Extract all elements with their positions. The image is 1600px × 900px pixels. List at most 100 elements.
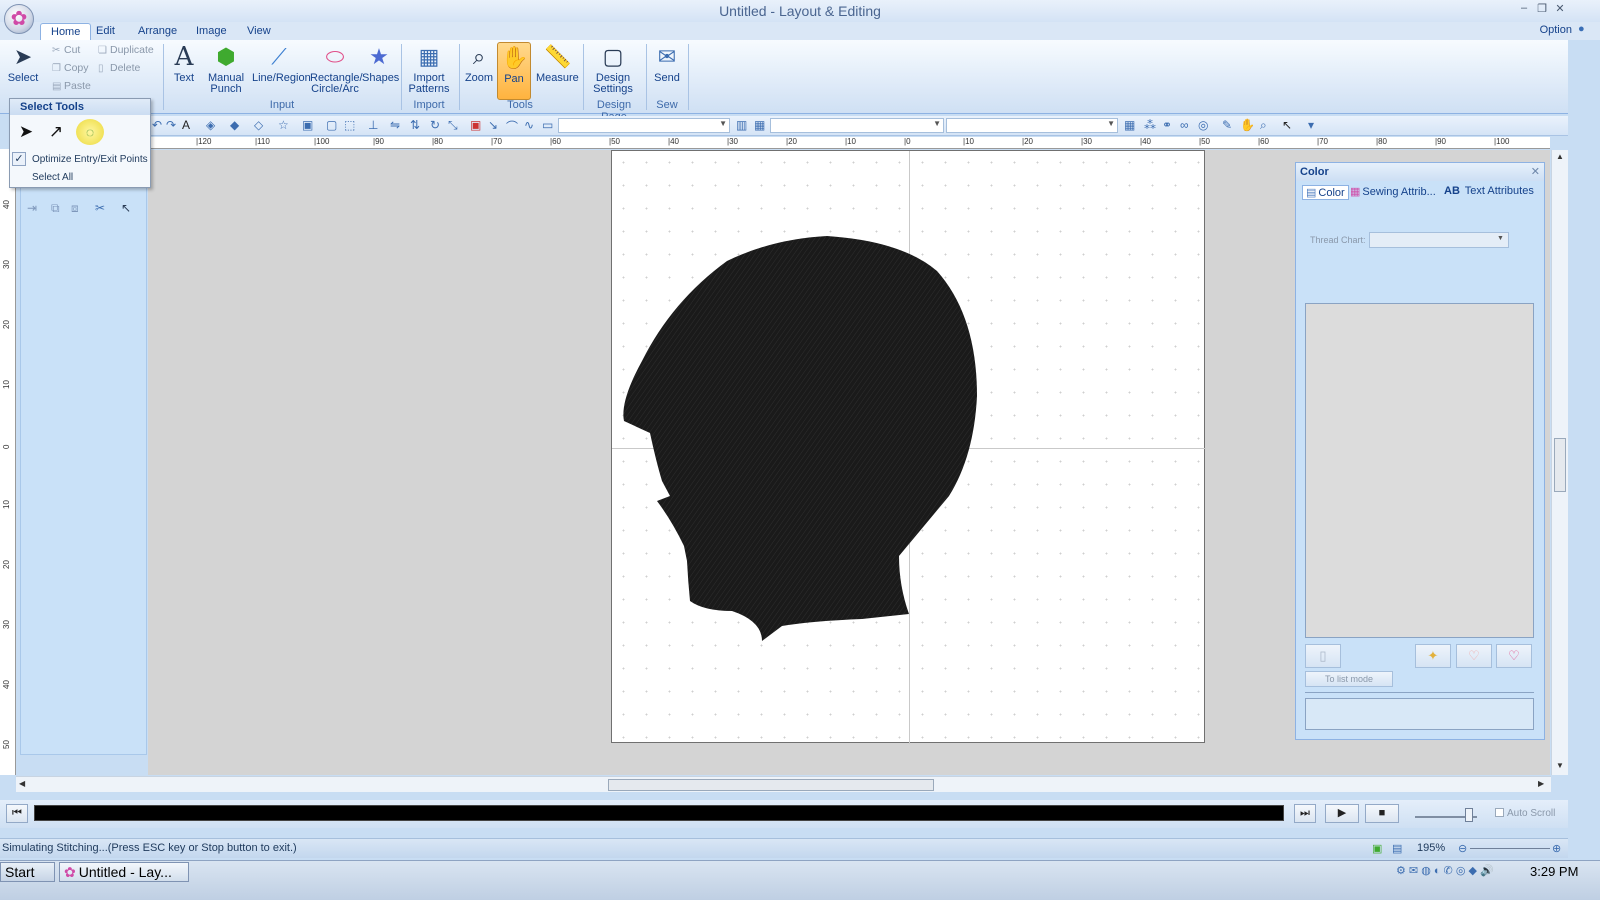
delete-button[interactable]: ▯ Delete xyxy=(98,62,140,74)
app-menu-button[interactable]: ✿ xyxy=(4,4,34,34)
font-combo[interactable]: ▼ xyxy=(558,118,730,133)
start-button[interactable]: Start xyxy=(0,862,55,882)
scroll-right-icon[interactable]: ▶ xyxy=(1538,779,1544,788)
sewing-combo[interactable]: ▼ xyxy=(946,118,1118,133)
rectangle-circle-arc-button[interactable]: ⬭ Rectangle/ Circle/Arc xyxy=(310,42,363,100)
go-to-start-button[interactable]: ⏮ xyxy=(6,804,28,823)
zoom-tool-icon[interactable]: ⌕ xyxy=(1260,118,1267,133)
heart-add-button[interactable]: ♡ xyxy=(1456,644,1492,668)
fill-icon[interactable]: ◈ xyxy=(206,118,215,132)
optimize-entry-exit-label[interactable]: Optimize Entry/Exit Points xyxy=(32,154,148,165)
frame-icon[interactable]: ▢ xyxy=(326,118,337,132)
text-button[interactable]: A Text xyxy=(168,42,200,100)
stop-button[interactable]: ■ xyxy=(1365,804,1399,823)
size-combo[interactable]: ▼ xyxy=(770,118,944,133)
zoom-button[interactable]: ⌕ Zoom xyxy=(463,42,495,100)
thread-color-list[interactable] xyxy=(1305,303,1534,638)
help-icon[interactable]: ● xyxy=(1578,23,1592,37)
hand-tool-icon[interactable]: ✋ xyxy=(1240,118,1255,132)
split-icon[interactable]: ⇥ xyxy=(27,201,37,215)
simulation-progress-bar[interactable] xyxy=(34,805,1284,821)
scroll-left-icon[interactable]: ◀ xyxy=(19,779,25,788)
restore-button[interactable]: ❐ xyxy=(1535,2,1549,15)
undo-icon[interactable]: ↶ xyxy=(152,118,162,132)
to-list-mode-button[interactable]: To list mode xyxy=(1305,671,1393,687)
density-icon[interactable]: ▥ xyxy=(736,118,747,132)
shapes-button[interactable]: ★ Shapes xyxy=(362,42,399,100)
thread-chart-select[interactable]: ▼ xyxy=(1369,232,1509,248)
tab-text-attributes[interactable]: AB Text Attributes xyxy=(1444,185,1534,197)
manual-punch-button[interactable]: ⬢ Manual Punch xyxy=(204,42,248,100)
sew-mode-icon[interactable]: ▣ xyxy=(1372,842,1382,855)
pointer-tool-icon[interactable]: ↖ xyxy=(1282,118,1292,132)
go-to-end-button[interactable]: ⏭ xyxy=(1294,804,1316,823)
redo-icon[interactable]: ↷ xyxy=(166,118,176,132)
select-object-tool[interactable]: ➤ xyxy=(12,119,40,145)
line-region-button[interactable]: ⟋ Line/Region xyxy=(252,42,311,100)
rotate-icon[interactable]: ↻ xyxy=(430,118,440,132)
optimize-entry-exit-checkbox[interactable]: ✓ xyxy=(12,152,26,166)
circle-icon[interactable]: ◎ xyxy=(1198,118,1208,132)
close-button[interactable]: ✕ xyxy=(1553,2,1567,15)
scroll-up-icon[interactable]: ▲ xyxy=(1556,152,1564,161)
paste-button[interactable]: ▤ Paste xyxy=(52,80,91,92)
pen-icon[interactable]: ✎ xyxy=(1222,118,1232,132)
grid-icon[interactable]: ▦ xyxy=(754,118,765,132)
pan-button[interactable]: ✋ Pan xyxy=(497,42,531,100)
toolbar-overflow-icon[interactable]: ▾ xyxy=(1308,118,1314,132)
thread-box-button[interactable]: ▯ xyxy=(1305,644,1341,668)
stitch-grid-icon[interactable]: ▦ xyxy=(1124,118,1135,132)
mirror-icon[interactable]: ⇋ xyxy=(390,118,400,132)
page-view-icon[interactable]: ▤ xyxy=(1392,842,1402,855)
merge-icon[interactable]: ⧈ xyxy=(71,201,79,216)
vertical-scrollbar[interactable]: ▲ ▼ xyxy=(1551,150,1568,775)
combine-icon[interactable]: ⧉ xyxy=(51,201,60,216)
node-icon[interactable]: ⁂ xyxy=(1144,118,1156,132)
select-point-tool[interactable]: ↗ xyxy=(42,119,70,145)
minimize-button[interactable]: – xyxy=(1517,2,1531,14)
tab-home[interactable]: Home xyxy=(40,23,92,40)
horizontal-scrollbar[interactable]: ◀ ▶ xyxy=(16,776,1551,792)
design-settings-button[interactable]: ▢ Design Settings xyxy=(590,42,636,100)
taskbar-app-item[interactable]: ✿ Untitled - Lay... xyxy=(59,862,189,882)
transform-icon[interactable]: ⤡ xyxy=(448,118,458,133)
auto-scroll-checkbox[interactable]: Auto Scroll xyxy=(1495,808,1555,819)
group-icon[interactable]: ▣ xyxy=(302,118,313,132)
cut-button[interactable]: ✂ Cut xyxy=(52,44,80,56)
tab-image[interactable]: Image xyxy=(186,23,237,40)
wave-icon[interactable]: ∿ xyxy=(524,118,534,132)
select-all-item[interactable]: Select All xyxy=(32,172,73,183)
tab-arrange[interactable]: Arrange xyxy=(128,23,187,40)
tab-edit[interactable]: Edit xyxy=(86,23,125,40)
thread-spool-button[interactable]: ✦ xyxy=(1415,644,1451,668)
box-icon[interactable]: ▭ xyxy=(542,118,553,132)
simulation-speed-slider[interactable] xyxy=(1413,805,1481,823)
color-select-icon[interactable]: ▣ xyxy=(470,118,481,132)
zoom-out-icon[interactable]: ⊖ xyxy=(1458,842,1467,855)
arc-icon[interactable]: ⌒ xyxy=(506,118,518,135)
duplicate-button[interactable]: ❏ Duplicate xyxy=(98,44,154,56)
chain-icon[interactable]: ∞ xyxy=(1180,118,1189,132)
align-icon[interactable]: ⊥ xyxy=(368,118,378,132)
tab-view[interactable]: View xyxy=(237,23,281,40)
measure-button[interactable]: 📏 Measure xyxy=(536,42,579,100)
system-tray[interactable]: ⚙ ✉ ◍ ◐ ✆ ◎ ◆ 🔊 xyxy=(1396,864,1494,877)
speed-slider-knob[interactable] xyxy=(1465,808,1473,822)
play-button[interactable]: ▶ xyxy=(1325,804,1359,823)
design-page[interactable] xyxy=(611,150,1206,744)
zoom-slider[interactable] xyxy=(1470,848,1550,849)
lasso-select-tool[interactable]: ◌ xyxy=(76,119,104,145)
select-button[interactable]: ➤ Select xyxy=(6,42,40,100)
shape-edit-icon[interactable]: ◇ xyxy=(254,118,263,132)
tab-sewing-attributes[interactable]: ▦ Sewing Attrib... xyxy=(1350,185,1436,198)
point-select-icon[interactable]: ↖ xyxy=(121,201,131,215)
horizontal-scroll-thumb[interactable] xyxy=(608,779,934,791)
tab-color[interactable]: ▤ Color xyxy=(1302,185,1349,200)
scroll-down-icon[interactable]: ▼ xyxy=(1556,761,1564,770)
vertical-scroll-thumb[interactable] xyxy=(1554,438,1566,492)
link-icon[interactable]: ⚭ xyxy=(1162,118,1172,132)
import-patterns-button[interactable]: ▦ Import Patterns xyxy=(405,42,453,100)
zoom-in-icon[interactable]: ⊕ xyxy=(1552,842,1561,855)
heart-favorite-button[interactable]: ♡ xyxy=(1496,644,1532,668)
flip-icon[interactable]: ⇅ xyxy=(410,118,420,132)
